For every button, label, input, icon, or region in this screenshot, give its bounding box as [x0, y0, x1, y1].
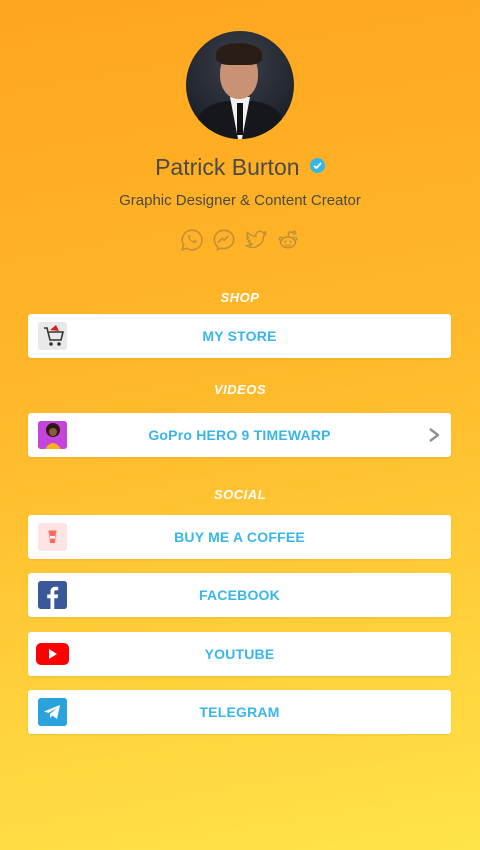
profile-avatar [186, 31, 294, 139]
twitter-icon[interactable] [244, 228, 268, 252]
social-icons-row [0, 228, 480, 252]
buy-me-a-coffee-label: BUY ME A COFFEE [174, 529, 305, 545]
youtube-label: YOUTUBE [204, 646, 275, 662]
profile-name: Patrick Burton [155, 154, 300, 180]
section-title-shop: SHOP [220, 290, 260, 305]
facebook-button[interactable]: FACEBOOK [28, 573, 451, 617]
section-title-videos: VIDEOS [213, 382, 267, 397]
gopro-video-label: GoPro HERO 9 TIMEWARP [148, 427, 331, 443]
whatsapp-icon[interactable] [180, 228, 204, 252]
telegram-button[interactable]: TELEGRAM [28, 690, 451, 734]
chevron-right-icon [429, 428, 440, 442]
reddit-icon[interactable] [276, 228, 300, 252]
my-store-label: MY STORE [202, 328, 277, 344]
section-title-social: SOCIAL [213, 487, 267, 502]
gopro-video-button[interactable]: GoPro HERO 9 TIMEWARP [28, 413, 451, 457]
youtube-button[interactable]: YOUTUBE [28, 632, 451, 676]
facebook-label: FACEBOOK [199, 587, 280, 603]
profile-name-row: Patrick Burton [0, 154, 480, 181]
my-store-button[interactable]: MY STORE [28, 314, 451, 358]
verified-badge-icon [309, 158, 325, 173]
telegram-label: TELEGRAM [199, 704, 280, 720]
profile-subtitle: Graphic Designer & Content Creator [119, 192, 361, 209]
messenger-icon[interactable] [212, 228, 236, 252]
buy-me-a-coffee-button[interactable]: BUY ME A COFFEE [28, 515, 451, 559]
